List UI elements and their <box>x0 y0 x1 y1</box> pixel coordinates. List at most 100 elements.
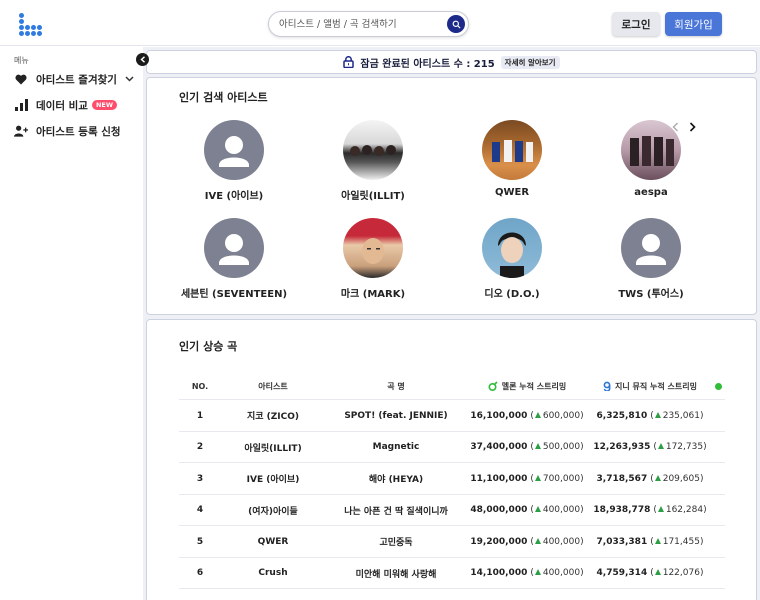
search-button[interactable] <box>447 15 465 33</box>
up-arrow-icon <box>654 537 661 544</box>
artist-photo <box>482 120 542 180</box>
column-header-genie: 지니 뮤직 누적 스트리밍 <box>587 373 713 399</box>
genie-streams-cell: 18,938,778(162,284) <box>587 495 713 526</box>
artist-card[interactable]: TWS (투어스) <box>586 218 716 300</box>
artist-name: aespa <box>634 187 668 198</box>
genie-streams-cell: 7,033,381(171,455) <box>587 526 713 557</box>
genie-streams: 18,938,778 <box>593 505 651 515</box>
artist-card[interactable]: aespa <box>586 120 716 198</box>
melon-streams: 14,100,000 <box>470 568 528 578</box>
up-arrow-icon <box>534 411 541 418</box>
melon-change-value: 600,000) <box>542 410 584 421</box>
genie-streams-cell: 21,033,781(130,717) <box>587 589 713 600</box>
melon-streams-cell: 19,200,000(400,000) <box>467 526 587 557</box>
table-row[interactable]: 6 Crush 미안해 미워해 사랑해 14,100,000(400,000) 4,75… <box>179 556 725 589</box>
artist-card[interactable]: 마크 (MARK) <box>308 218 438 300</box>
artist-card[interactable]: IVE (아이브) <box>169 120 299 202</box>
learn-more-button[interactable]: 자세히 알아보기 <box>500 55 560 69</box>
genie-change-value: 235,061) <box>662 410 704 421</box>
rank-cell: 1 <box>196 410 204 421</box>
melon-streams-cell: 48,000,000(400,000) <box>467 495 587 526</box>
sidebar-item-favorite-artists[interactable]: 아티스트 즐겨찾기 <box>14 69 134 89</box>
site-logo[interactable] <box>19 13 43 37</box>
artist-cell[interactable]: (여자)아이들 <box>221 495 325 526</box>
melon-streams-cell: 14,100,000(400,000) <box>467 558 587 589</box>
genie-streams-cell: 4,759,314(122,076) <box>587 558 713 589</box>
song-cell[interactable]: 해야 (HEYA) <box>325 463 467 494</box>
table-row[interactable]: 1 지코 (ZICO) SPOT! (feat. JENNIE) 16,100,000… <box>179 399 725 430</box>
song-cell[interactable]: 미안해 미워해 사랑해 <box>325 558 467 589</box>
up-arrow-icon <box>534 569 541 575</box>
rank-cell: 5 <box>196 536 204 547</box>
table-row[interactable]: 5 QWER 고민중독 19,200,000(400,000) 7,033,381(17… <box>179 525 725 556</box>
genie-streams-cell: 3,718,567(209,605) <box>587 463 713 494</box>
locked-artists-notice: 잠금 완료된 아티스트 수 : 215 자세히 알아보기 <box>146 50 757 74</box>
melon-streams: 19,200,000 <box>470 536 528 547</box>
new-badge: NEW <box>91 100 118 110</box>
artist-card[interactable]: 디오 (D.O.) <box>447 218 577 300</box>
sidebar-collapse-button[interactable] <box>136 53 149 66</box>
melon-change-value: 400,000) <box>542 536 584 547</box>
up-arrow-icon <box>534 537 541 544</box>
up-arrow-icon <box>657 506 664 512</box>
artist-name: 마크 (MARK) <box>340 289 406 300</box>
column-header-label: 멜론 누적 스트리밍 <box>501 381 567 391</box>
column-header-label: 지니 뮤직 누적 스트리밍 <box>615 381 697 391</box>
column-header-no: NO. <box>191 381 209 391</box>
lock-icon <box>343 56 355 68</box>
artist-name: 디오 (D.O.) <box>484 289 540 300</box>
rising-songs-panel: 인기 상승 곡 NO. 아티스트 곡 명 멜론 누적 스트리밍 지니 뮤직 누적… <box>146 319 757 600</box>
notice-text: 잠금 완료된 아티스트 수 : 215 <box>360 58 495 70</box>
artist-name: IVE (아이브) <box>204 191 264 202</box>
genie-change: (122,076) <box>650 568 704 578</box>
artist-cell[interactable]: Crush <box>221 558 325 589</box>
melon-change: (400,000) <box>530 536 584 547</box>
up-arrow-icon <box>654 569 661 575</box>
song-cell[interactable]: 첫 만남은 계획대로 되지 않아 <box>325 589 467 600</box>
search-bar <box>268 11 469 37</box>
melon-change-value: 400,000) <box>542 568 584 578</box>
artist-cell[interactable]: 아일릿(ILLIT) <box>221 432 325 463</box>
artist-card[interactable]: QWER <box>447 120 577 198</box>
rank-cell: 3 <box>196 473 204 484</box>
artist-photo <box>343 218 403 278</box>
search-icon <box>452 20 461 29</box>
artist-cell[interactable]: QWER <box>221 526 325 557</box>
song-cell[interactable]: SPOT! (feat. JENNIE) <box>325 400 467 431</box>
up-arrow-icon <box>654 411 661 418</box>
heart-icon <box>14 72 28 86</box>
artist-cell[interactable]: 지코 (ZICO) <box>221 400 325 431</box>
login-button[interactable]: 로그인 <box>612 12 660 36</box>
song-cell[interactable]: 고민중독 <box>325 526 467 557</box>
table-row[interactable]: 3 IVE (아이브) 해야 (HEYA) 11,100,000(700,000) 3,… <box>179 462 725 493</box>
chevron-down-icon[interactable] <box>125 76 134 82</box>
table-row[interactable]: 7TWS (투어스)첫 만남은 계획대로 되지 않아53,000,000(300… <box>179 588 725 600</box>
melon-streams-cell: 53,000,000(300,000) <box>467 589 587 600</box>
table-row[interactable]: 2 아일릿(ILLIT) Magnetic 37,400,000(500,000) 12… <box>179 430 725 463</box>
column-header-song: 곡 명 <box>387 381 405 391</box>
sidebar-item-label: 아티스트 즐겨찾기 <box>36 73 117 86</box>
genie-change-value: 162,284) <box>665 505 707 515</box>
melon-streams: 48,000,000 <box>470 505 528 515</box>
artist-photo <box>482 218 542 278</box>
melon-streams-cell: 16,100,000(600,000) <box>467 400 587 431</box>
signup-button[interactable]: 회원가입 <box>665 12 722 36</box>
up-arrow-icon <box>534 506 541 512</box>
search-input[interactable] <box>279 16 439 33</box>
sidebar-item-artist-request[interactable]: 아티스트 등록 신청 <box>14 121 121 141</box>
melon-change: (500,000) <box>530 442 584 452</box>
sidebar-item-label: 아티스트 등록 신청 <box>36 125 121 138</box>
menu-label: 메뉴 <box>14 56 29 65</box>
sidebar-item-data-compare[interactable]: 데이터 비교 NEW <box>14 95 118 115</box>
artist-cell[interactable]: TWS (투어스) <box>221 589 325 600</box>
artist-card[interactable]: 세븐틴 (SEVENTEEN) <box>169 218 299 300</box>
song-cell[interactable]: Magnetic <box>325 432 467 463</box>
genie-change: (209,605) <box>650 473 704 484</box>
melon-change: (600,000) <box>530 410 584 421</box>
genie-change: (235,061) <box>650 410 704 421</box>
song-cell[interactable]: 나는 아픈 건 딱 질색이니까 <box>325 495 467 526</box>
genie-streams: 6,325,810 <box>596 410 648 421</box>
artist-cell[interactable]: IVE (아이브) <box>221 463 325 494</box>
artist-card[interactable]: 아일릿(ILLIT) <box>308 120 438 202</box>
table-row[interactable]: 4 (여자)아이들 나는 아픈 건 딱 질색이니까 48,000,000(400,00… <box>179 493 725 526</box>
